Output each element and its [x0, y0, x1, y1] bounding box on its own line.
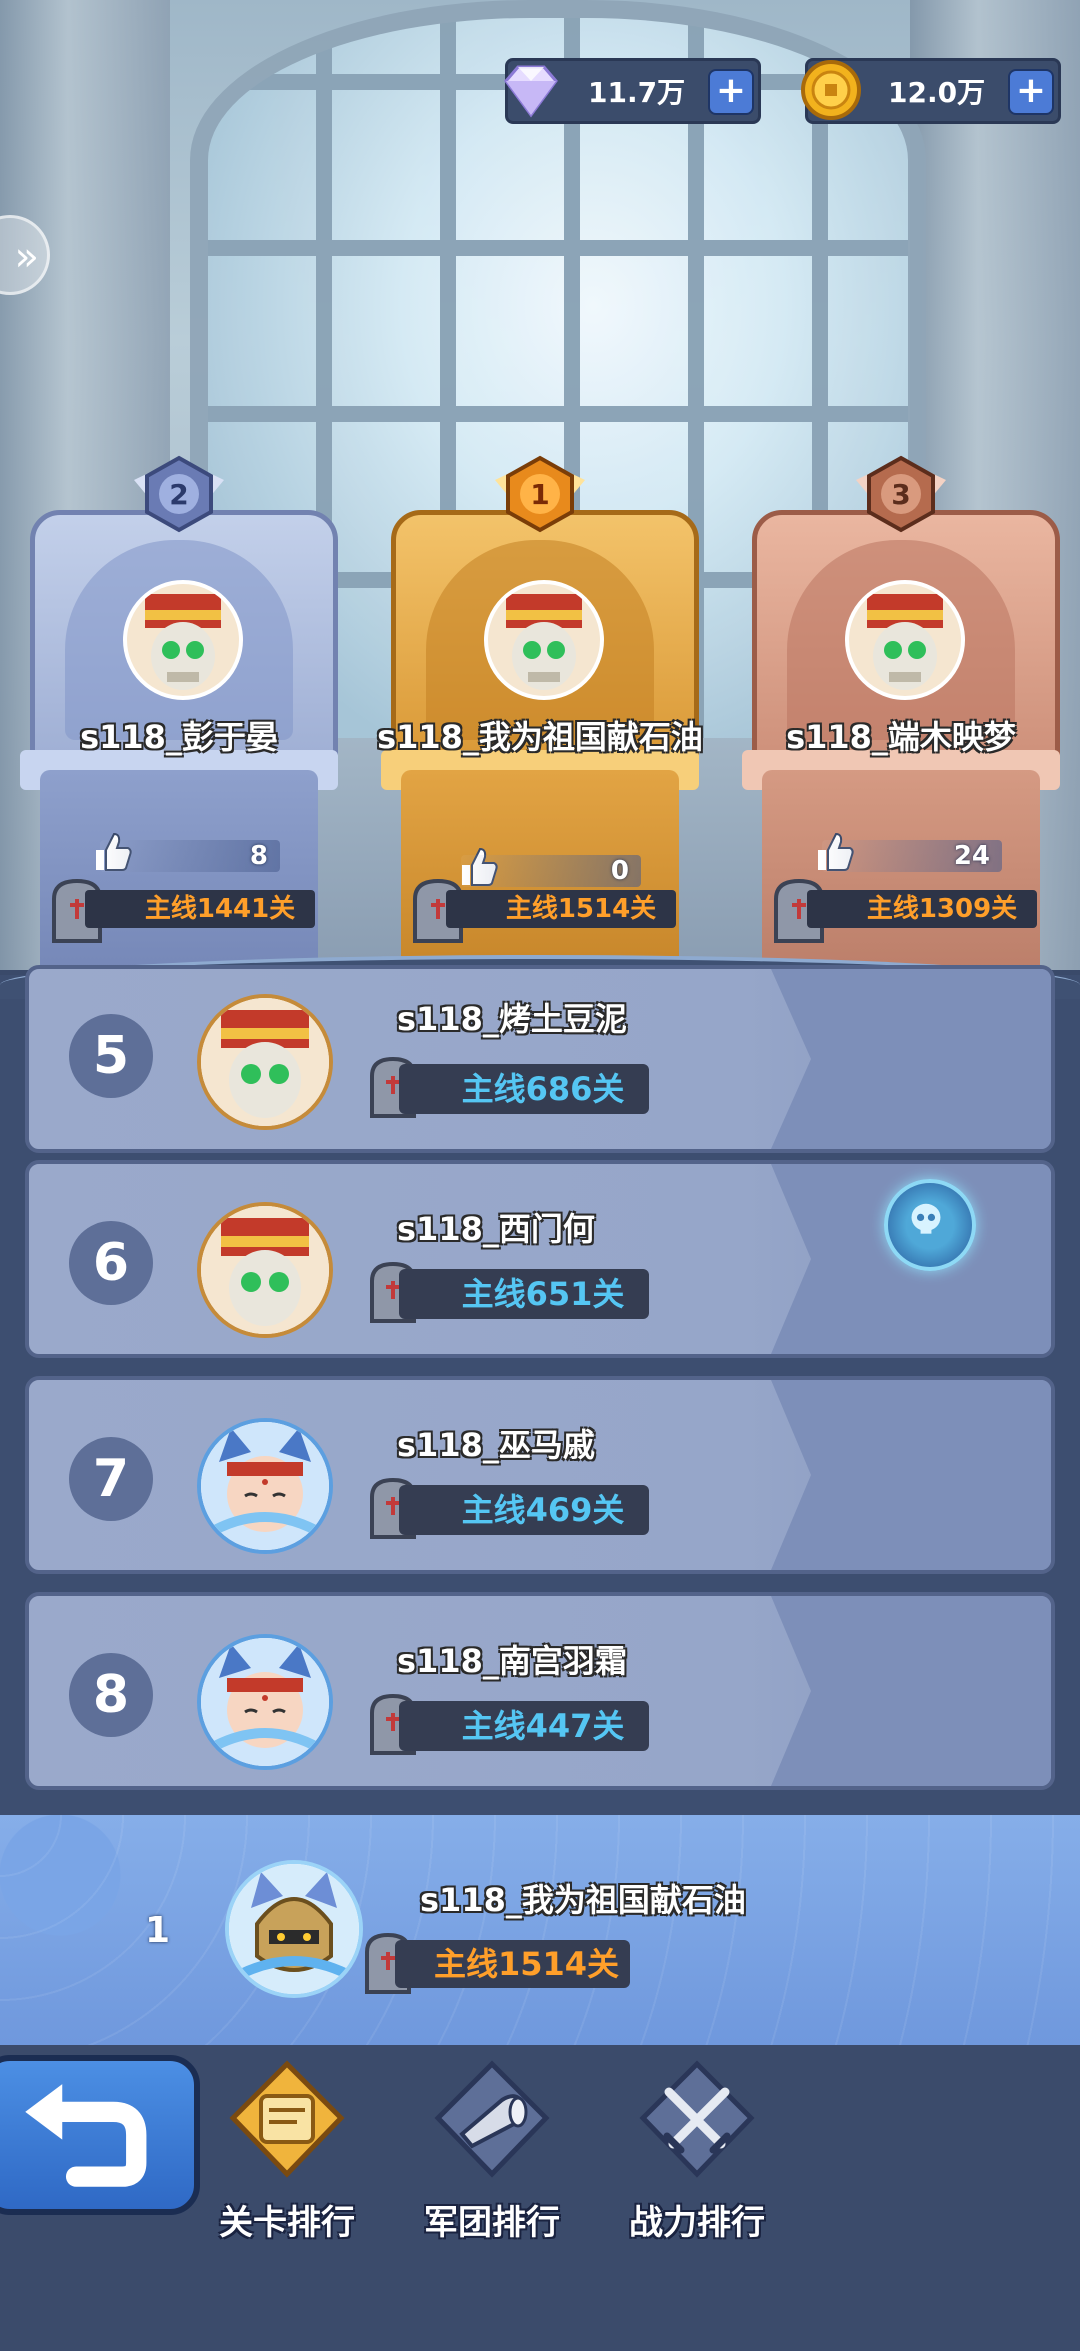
avatar[interactable] [197, 994, 333, 1130]
like-count: 8 [249, 841, 268, 871]
rank-number: 7 [69, 1437, 153, 1521]
tab-power-rank[interactable]: 战力排行 [612, 2060, 782, 2260]
stage-progress: 主线651关 [399, 1269, 649, 1319]
skull-badge-icon[interactable] [884, 1179, 976, 1271]
tab-label: 战力排行 [629, 2203, 765, 2243]
podium-second[interactable]: 2 s118_彭于晏 8 主线1441关 [20, 450, 338, 970]
ranking-row[interactable]: 6 s118_西门何 主线651关 [25, 1160, 1055, 1358]
fox-monk-avatar-icon [201, 1638, 329, 1766]
coin-amount: 12.0万 [888, 76, 986, 109]
skull-warrior-avatar-icon [849, 584, 961, 696]
podium-name: s118_我为祖国献石油 [377, 718, 703, 756]
skull-warrior-avatar-icon [488, 584, 600, 696]
add-gems-button[interactable]: + [708, 69, 754, 115]
avatar[interactable] [197, 1634, 333, 1770]
my-stage-progress: 主线1514关 [395, 1940, 630, 1988]
svg-text:2: 2 [169, 478, 188, 511]
player-name: s118_西门何 [397, 1210, 595, 1248]
like-count: 24 [953, 841, 990, 871]
tab-legion-rank[interactable]: 军团排行 [407, 2060, 577, 2260]
player-name: s118_南宫羽霜 [397, 1642, 627, 1680]
crossed-swords-icon [639, 2060, 755, 2178]
like-count-bar: 8 [100, 840, 280, 872]
my-avatar[interactable] [225, 1860, 363, 1998]
my-player-name: s118_我为祖国献石油 [420, 1881, 746, 1919]
gem-counter: 11.7万 + [504, 58, 761, 124]
gold-medal-icon: 1 [495, 455, 585, 533]
stage-label: 主线1441关 [144, 894, 296, 924]
coin-icon [801, 60, 861, 120]
avatar[interactable] [484, 580, 604, 700]
stage-progress: 主线447关 [399, 1701, 649, 1751]
avatar[interactable] [197, 1418, 333, 1554]
my-rank-number: 1 [145, 1910, 171, 1951]
fox-monk-avatar-icon [201, 1422, 329, 1550]
svg-text:1: 1 [530, 478, 549, 511]
ranking-row[interactable]: 5 s118_烤土豆泥 主线686关 [25, 965, 1055, 1153]
add-coins-button[interactable]: + [1008, 69, 1054, 115]
diamond-icon [504, 65, 558, 118]
silver-medal-icon: 2 [134, 455, 224, 533]
stage-progress: 主线1309关 [807, 890, 1037, 928]
svg-text:3: 3 [891, 478, 910, 511]
stage-label: 主线469关 [461, 1491, 625, 1529]
player-name: s118_巫马戚 [397, 1426, 595, 1464]
avatar[interactable] [123, 580, 243, 700]
stage-progress: 主线686关 [399, 1064, 649, 1114]
tab-stage-rank[interactable]: 关卡排行 [202, 2060, 372, 2260]
my-stage-label: 主线1514关 [433, 1945, 620, 1983]
avatar[interactable] [197, 1202, 333, 1338]
tab-label: 军团排行 [424, 2203, 560, 2243]
gem-amount: 11.7万 [588, 76, 686, 109]
return-arrow-icon [25, 2084, 147, 2187]
podium-first[interactable]: 1 s118_我为祖国献石油 0 主线1514关 [377, 450, 703, 970]
rank-number: 5 [69, 1014, 153, 1098]
like-count-bar: 0 [461, 855, 641, 887]
bottom-nav: 关卡排行 军团排行 战力排行 [0, 2045, 1080, 2351]
coin-counter: 12.0万 + [801, 58, 1061, 124]
back-button[interactable] [0, 2055, 200, 2215]
armored-hero-avatar-icon [229, 1864, 359, 1994]
skull-warrior-avatar-icon [201, 998, 329, 1126]
stage-label: 主线1309关 [866, 894, 1018, 924]
skull-warrior-avatar-icon [201, 1206, 329, 1334]
my-rank-bar[interactable]: 1 s118_我为祖国献石油 主线1514关 [0, 1815, 1080, 2045]
ranking-row[interactable]: 8 s118_南宫羽霜 主线447关 [25, 1592, 1055, 1790]
rank-number: 8 [69, 1653, 153, 1737]
stage-label: 主线651关 [461, 1275, 625, 1313]
stage-progress: 主线469关 [399, 1485, 649, 1535]
podium-third[interactable]: 3 s118_端木映梦 24 主线1309关 [742, 450, 1060, 970]
stage-progress: 主线1514关 [446, 890, 676, 928]
stage-label: 主线686关 [461, 1070, 625, 1108]
ranking-row[interactable]: 7 s118_巫马戚 主线469关 [25, 1376, 1055, 1574]
scroll-icon [229, 2060, 345, 2178]
rank-number: 6 [69, 1221, 153, 1305]
stage-progress: 主线1441关 [85, 890, 315, 928]
podium-name: s118_彭于晏 [80, 718, 278, 756]
stage-label: 主线1514关 [505, 894, 657, 924]
podium-name: s118_端木映梦 [786, 718, 1016, 756]
like-count-bar: 24 [822, 840, 1002, 872]
skull-warrior-avatar-icon [127, 584, 239, 696]
avatar[interactable] [845, 580, 965, 700]
like-count: 0 [610, 856, 629, 886]
stage-label: 主线447关 [461, 1707, 625, 1745]
bronze-medal-icon: 3 [856, 455, 946, 533]
tab-label: 关卡排行 [219, 2203, 355, 2243]
horn-icon [434, 2060, 550, 2178]
player-name: s118_烤土豆泥 [397, 1000, 627, 1038]
